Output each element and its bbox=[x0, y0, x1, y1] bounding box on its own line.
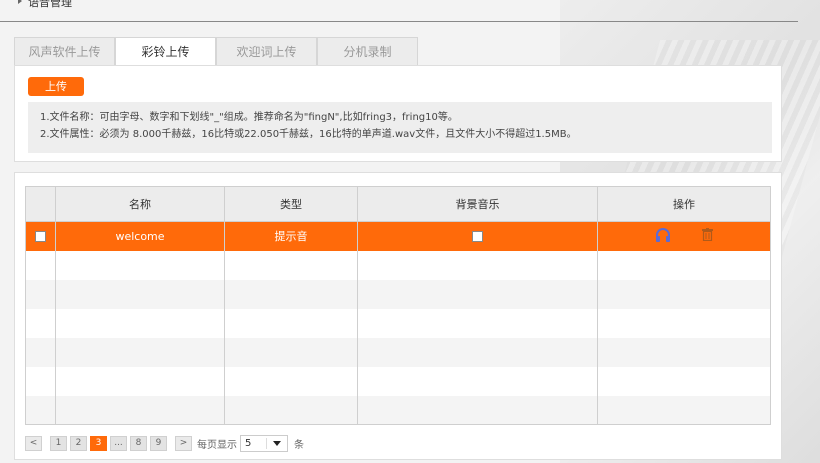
tab-ringback-upload[interactable]: 彩铃上传 bbox=[115, 37, 216, 67]
header-select bbox=[25, 186, 56, 222]
caret-right-icon bbox=[18, 0, 22, 4]
select-divider bbox=[266, 438, 267, 449]
table-row-empty bbox=[25, 308, 771, 338]
ringtone-table: 名称 类型 背景音乐 操作 welcome 提示音 bbox=[25, 186, 771, 425]
upload-panel: 上传 1.文件名称：可由字母、数字和下划线"_"组成。推荐命名为"fingN",… bbox=[14, 65, 782, 162]
hint-line-2: 2.文件属性：必须为 8.000千赫兹，16比特或22.050千赫兹，16比特的… bbox=[40, 129, 577, 140]
table-row-empty bbox=[25, 250, 771, 280]
page-8-button[interactable]: 8 bbox=[130, 436, 147, 451]
tab-extension-recording[interactable]: 分机录制 bbox=[317, 37, 418, 66]
tab-software-upload[interactable]: 风声软件上传 bbox=[14, 37, 115, 66]
table-row-empty bbox=[25, 279, 771, 309]
ringtone-list-panel: 名称 类型 背景音乐 操作 welcome 提示音 < 1 2 3 ... 8 … bbox=[14, 172, 782, 460]
per-page-label: 每页显示 bbox=[197, 440, 237, 451]
page-9-button[interactable]: 9 bbox=[150, 436, 167, 451]
table-row-empty bbox=[25, 337, 771, 367]
table-row[interactable]: welcome 提示音 bbox=[25, 221, 771, 251]
headphones-icon[interactable] bbox=[655, 227, 671, 245]
page-header: 语音管理 bbox=[0, 0, 798, 22]
tab-welcome-upload[interactable]: 欢迎词上传 bbox=[216, 37, 317, 66]
hint-line-1: 1.文件名称：可由字母、数字和下划线"_"组成。推荐命名为"fingN",比如f… bbox=[40, 112, 458, 123]
header-name: 名称 bbox=[55, 186, 225, 222]
upload-hints: 1.文件名称：可由字母、数字和下划线"_"组成。推荐命名为"fingN",比如f… bbox=[28, 102, 772, 153]
per-page-unit: 条 bbox=[294, 440, 304, 451]
pagination: < 1 2 3 ... 8 9 > 每页显示 5 条 bbox=[25, 435, 307, 452]
header-type: 类型 bbox=[224, 186, 358, 222]
table-header-row: 名称 类型 背景音乐 操作 bbox=[25, 186, 771, 222]
table-row-empty bbox=[25, 395, 771, 425]
upload-button[interactable]: 上传 bbox=[28, 77, 84, 96]
per-page-value: 5 bbox=[245, 438, 252, 449]
per-page-select[interactable]: 5 bbox=[240, 435, 288, 452]
row-name: welcome bbox=[55, 221, 225, 251]
table-row-empty bbox=[25, 366, 771, 396]
header-background-music: 背景音乐 bbox=[357, 186, 598, 222]
page-3-button[interactable]: 3 bbox=[90, 436, 107, 451]
page-ellipsis: ... bbox=[110, 436, 127, 451]
background-music-checkbox[interactable] bbox=[472, 231, 483, 243]
prev-page-button[interactable]: < bbox=[25, 436, 42, 451]
chevron-down-icon bbox=[273, 441, 281, 446]
row-select-checkbox[interactable] bbox=[35, 231, 46, 243]
trash-icon[interactable] bbox=[702, 228, 714, 244]
page-1-button[interactable]: 1 bbox=[50, 436, 67, 451]
page-2-button[interactable]: 2 bbox=[70, 436, 87, 451]
next-page-button[interactable]: > bbox=[175, 436, 192, 451]
row-type: 提示音 bbox=[224, 221, 358, 251]
header-actions: 操作 bbox=[597, 186, 771, 222]
page-title: 语音管理 bbox=[28, 0, 72, 9]
